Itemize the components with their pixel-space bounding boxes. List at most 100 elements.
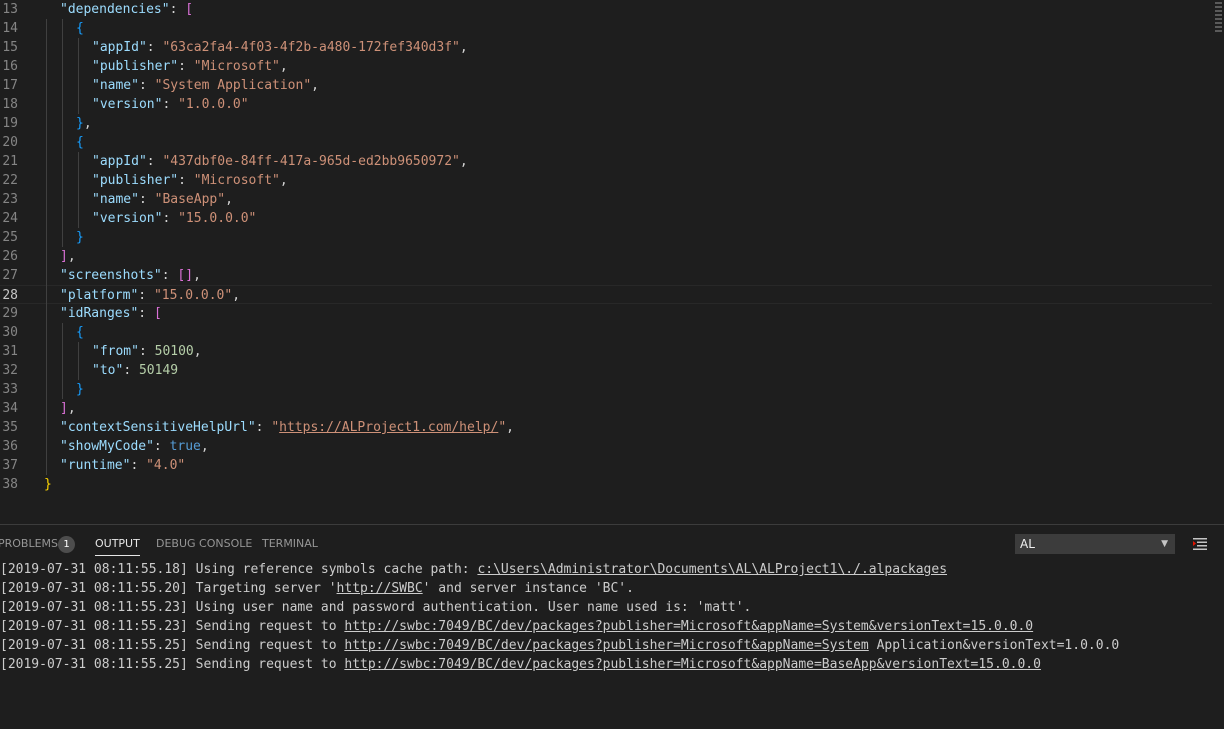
output-link[interactable]: http://swbc:7049/BC/dev/packages?publish… [344, 638, 868, 653]
code-line[interactable]: 25} [0, 228, 1212, 247]
code-text: "name": "BaseApp", [92, 190, 233, 209]
code-line[interactable]: 13 "dependencies": [ [0, 0, 1212, 19]
help-url-link[interactable]: https://ALProject1.com/help/ [279, 420, 498, 435]
output-channel-select[interactable]: AL ▼ [1015, 534, 1175, 554]
code-line[interactable]: 19}, [0, 114, 1212, 133]
code-token: " [271, 420, 280, 435]
code-token: : [138, 192, 155, 207]
line-number: 27 [2, 268, 18, 283]
line-number: 26 [2, 249, 18, 264]
code-text: "appId": "63ca2fa4-4f03-4f2b-a480-172fef… [92, 38, 468, 57]
code-line[interactable]: 29 "idRanges": [ [0, 304, 1212, 323]
code-text: "version": "15.0.0.0" [92, 209, 256, 228]
line-number: 34 [2, 401, 18, 416]
code-text: "from": 50100, [92, 342, 202, 361]
code-line[interactable]: 32 "to": 50149 [0, 361, 1212, 380]
code-text: "appId": "437dbf0e-84ff-417a-965d-ed2bb9… [92, 152, 468, 171]
indent-guide [62, 323, 63, 399]
code-token: "Microsoft" [193, 59, 280, 74]
output-text: ' and server instance 'BC'. [422, 581, 634, 596]
output-channel-value: AL [1020, 537, 1035, 551]
code-line[interactable]: 18 "version": "1.0.0.0" [0, 95, 1212, 114]
code-line[interactable]: 24 "version": "15.0.0.0" [0, 209, 1212, 228]
tab-debug-console[interactable]: DEBUG CONSOLE [156, 537, 252, 550]
code-line[interactable]: 22 "publisher": "Microsoft", [0, 171, 1212, 190]
code-token: "System Application" [154, 78, 312, 93]
code-token: : [130, 458, 147, 473]
output-line: [2019-07-31 08:11:55.18] Using reference… [0, 560, 947, 579]
code-line[interactable]: 33} [0, 380, 1212, 399]
code-line[interactable]: 36 "showMyCode": true, [0, 437, 1212, 456]
code-line[interactable]: 30 { [0, 323, 1212, 342]
code-line[interactable]: 37 "runtime": "4.0" [0, 456, 1212, 475]
minimap[interactable] [1212, 0, 1224, 48]
code-token: "name" [92, 78, 139, 93]
output-link[interactable]: http://SWBC [337, 581, 423, 596]
code-token: : [153, 439, 170, 454]
code-line[interactable]: 27 "screenshots": [], [0, 266, 1212, 285]
code-token: : [123, 363, 139, 378]
code-token: "publisher" [92, 59, 179, 74]
code-line[interactable]: 15 "appId": "63ca2fa4-4f03-4f2b-a480-172f… [0, 38, 1212, 57]
code-token: { [76, 135, 84, 150]
output-link[interactable]: http://swbc:7049/BC/dev/packages?publish… [344, 619, 1033, 634]
indent-guide [62, 19, 63, 247]
code-token: } [76, 230, 84, 245]
code-token: , [311, 78, 319, 93]
code-token: : [178, 173, 194, 188]
code-token: : [146, 40, 163, 55]
tab-output[interactable]: OUTPUT [95, 537, 140, 556]
code-line[interactable]: 28 "platform": "15.0.0.0", [0, 285, 1212, 304]
code-line[interactable]: 38} [0, 475, 1212, 494]
code-token: "screenshots" [60, 268, 162, 283]
output-text: [2019-07-31 08:11:55.25] Sending request… [0, 657, 345, 672]
code-token: { [76, 325, 84, 340]
line-number: 19 [2, 116, 18, 131]
code-token: "437dbf0e-84ff-417a-965d-ed2bb9650972" [162, 154, 460, 169]
code-token: , [193, 344, 202, 359]
code-token: , [200, 439, 209, 454]
tab-terminal[interactable]: TERMINAL [262, 537, 318, 550]
line-number: 32 [2, 363, 18, 378]
code-text: "publisher": "Microsoft", [92, 171, 288, 190]
code-text: "name": "System Application", [92, 76, 319, 95]
indent-guide [78, 38, 79, 114]
code-token: " [498, 420, 507, 435]
code-token: [] [177, 268, 194, 283]
clear-output-icon[interactable] [1192, 536, 1208, 552]
tab-problems[interactable]: PROBLEMS [0, 537, 58, 550]
code-line[interactable]: 34], [0, 399, 1212, 418]
line-number: 28 [2, 288, 18, 303]
code-token: : [169, 2, 186, 17]
code-line[interactable]: 21 "appId": "437dbf0e-84ff-417a-965d-ed2b… [0, 152, 1212, 171]
code-text: "version": "1.0.0.0" [92, 95, 249, 114]
output-link[interactable]: c:\Users\Administrator\Documents\AL\ALPr… [477, 562, 947, 577]
code-line[interactable]: 26], [0, 247, 1212, 266]
code-text: "runtime": "4.0" [60, 456, 185, 475]
code-token: "name" [92, 192, 139, 207]
code-line[interactable]: 31 "from": 50100, [0, 342, 1212, 361]
code-line[interactable]: 23 "name": "BaseApp", [0, 190, 1212, 209]
code-token: , [67, 249, 76, 264]
code-token: [ [185, 2, 194, 17]
code-token: : [162, 97, 179, 112]
code-line[interactable]: 17 "name": "System Application", [0, 76, 1212, 95]
code-line[interactable]: 14 { [0, 19, 1212, 38]
code-line[interactable]: 20 { [0, 133, 1212, 152]
code-line[interactable]: 35 "contextSensitiveHelpUrl": "https://AL… [0, 418, 1212, 437]
problems-count-badge: 1 [58, 536, 75, 553]
code-token: , [225, 192, 233, 207]
code-text: "screenshots": [], [60, 266, 201, 285]
code-editor[interactable]: 13 "dependencies": [14{15 "appId": "63ca2f… [0, 0, 1224, 524]
code-token: ] [60, 401, 68, 416]
code-text: { [76, 133, 84, 152]
code-line[interactable]: 16 "publisher": "Microsoft", [0, 57, 1212, 76]
line-number: 17 [2, 78, 18, 93]
code-token: , [459, 154, 468, 169]
code-token: "BaseApp" [154, 192, 226, 207]
panel-tabs: PROBLEMS 1 OUTPUT DEBUG CONSOLE TERMINAL… [0, 525, 1224, 563]
line-number: 21 [2, 154, 18, 169]
indent-guide [46, 19, 47, 475]
output-link[interactable]: http://swbc:7049/BC/dev/packages?publish… [344, 657, 1041, 672]
output-text: [2019-07-31 08:11:55.18] Using reference… [0, 562, 478, 577]
